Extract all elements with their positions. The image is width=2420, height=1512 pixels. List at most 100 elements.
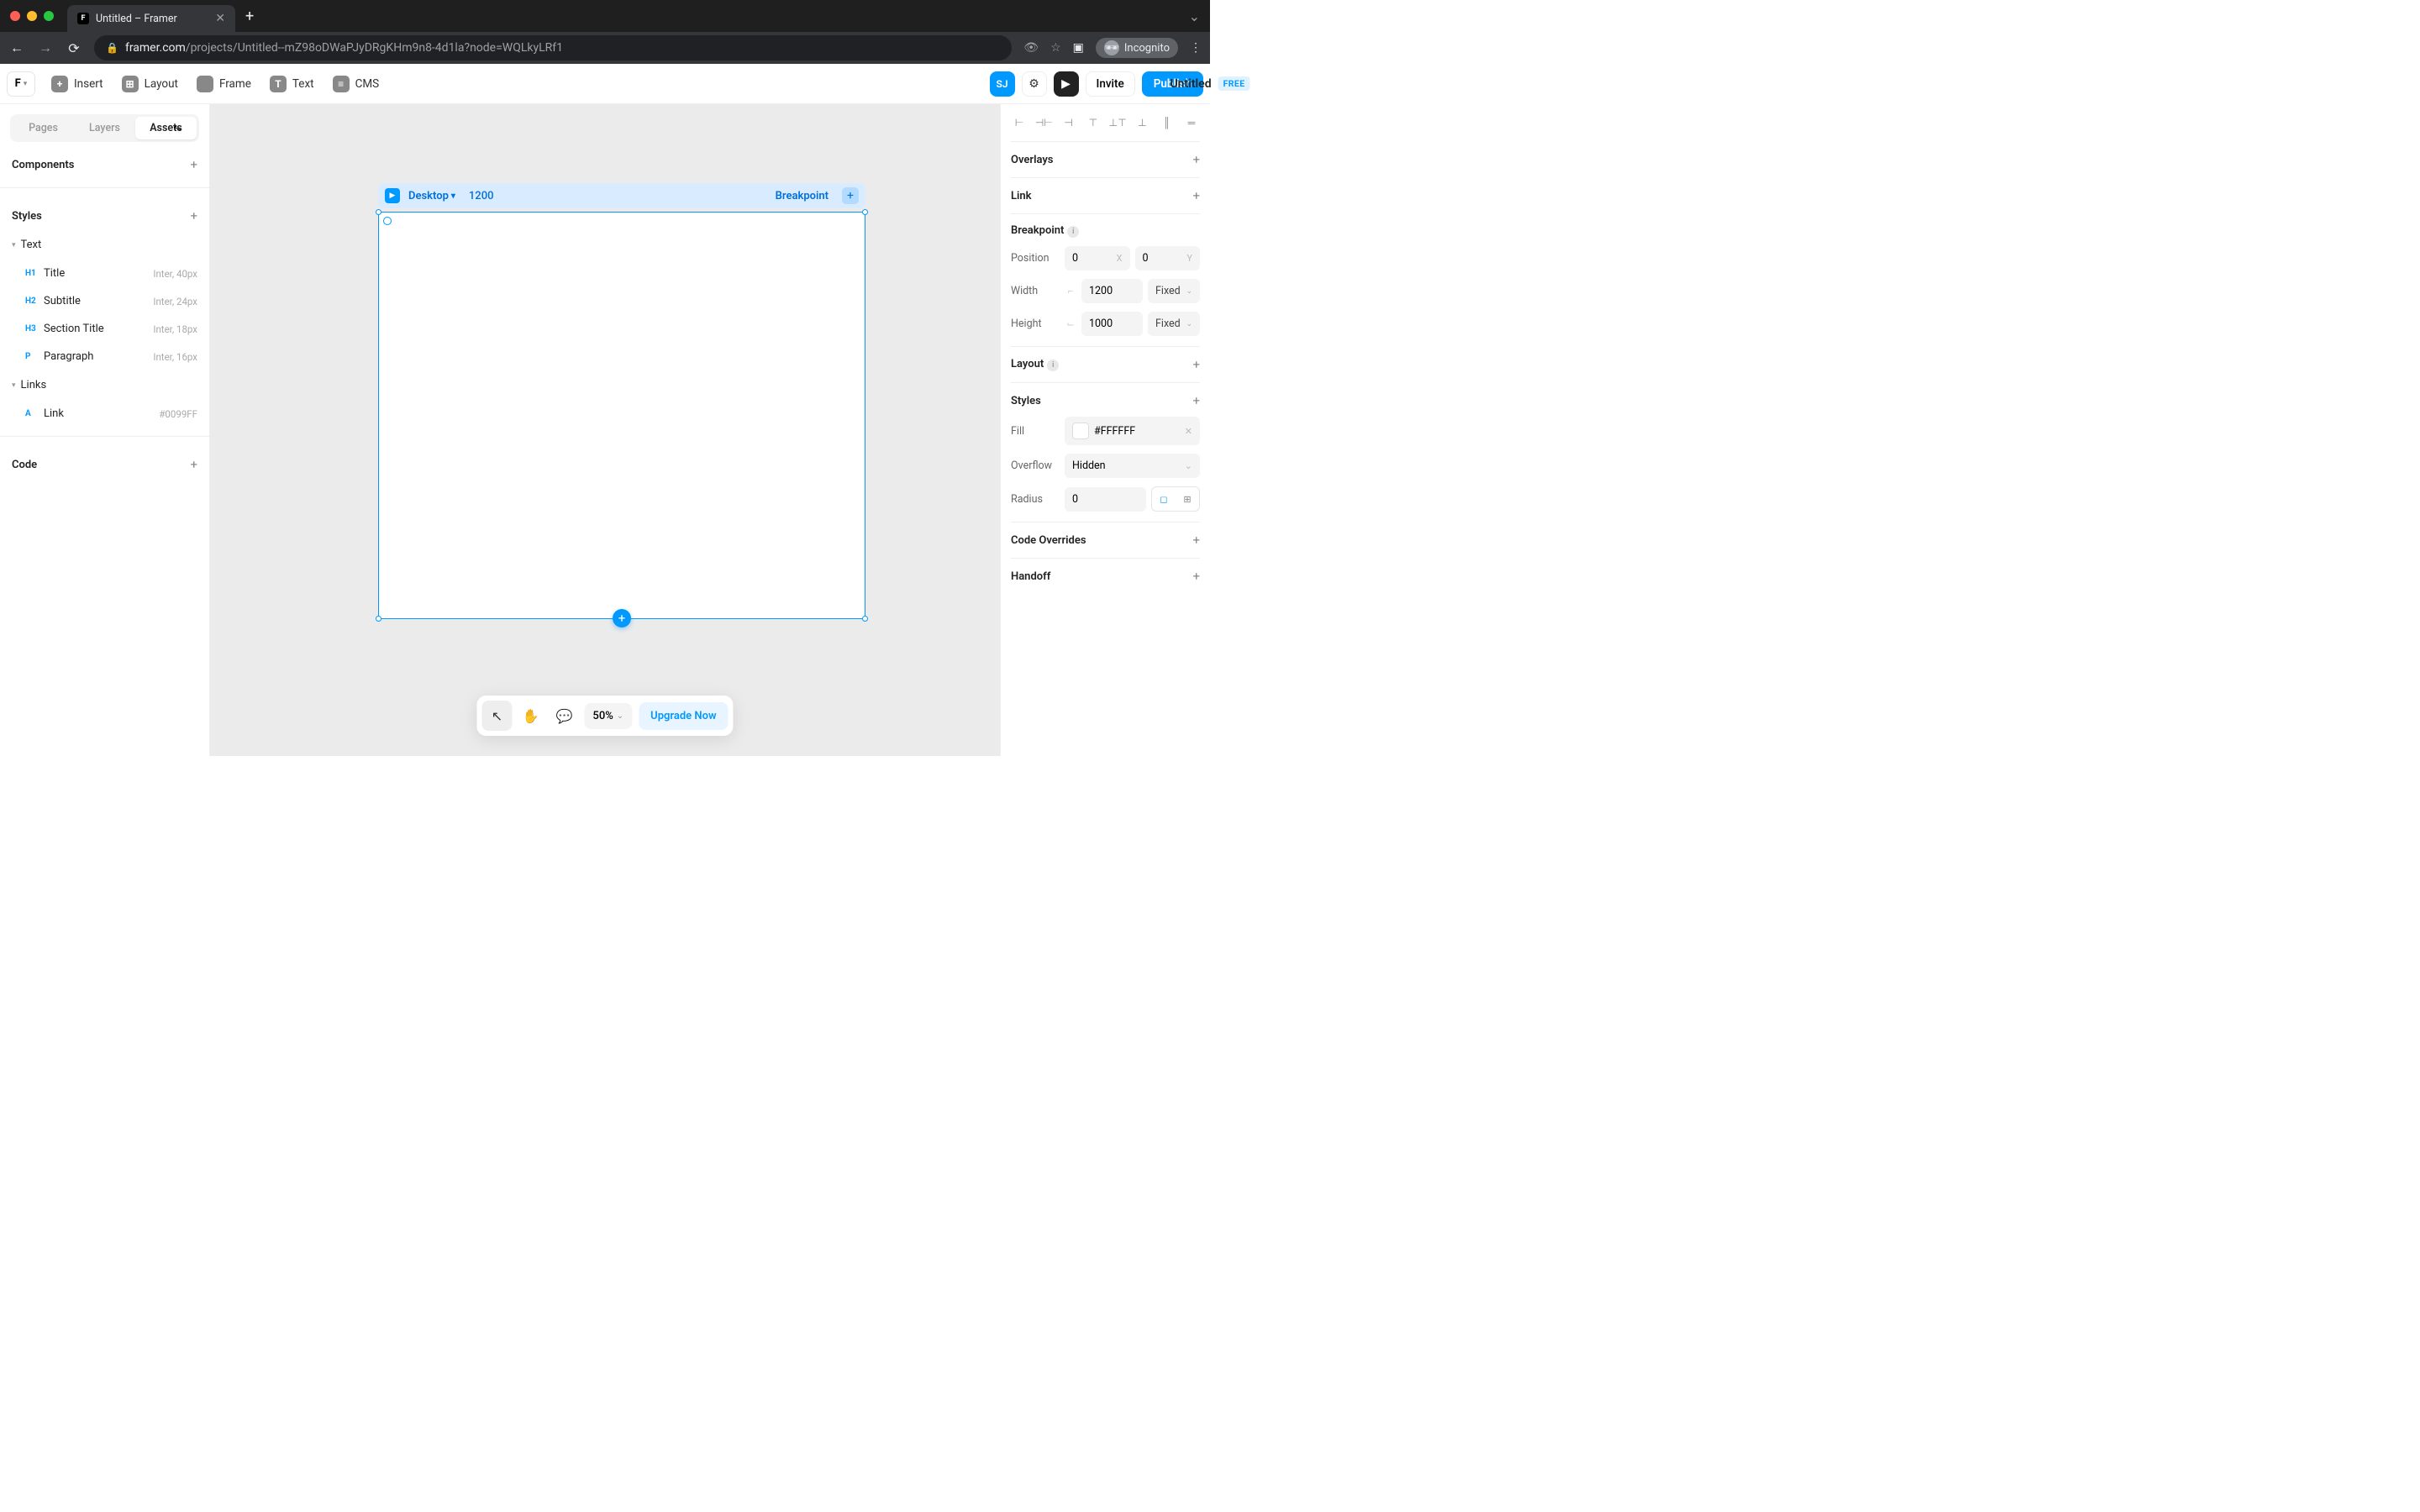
user-avatar[interactable]: SJ bbox=[990, 71, 1015, 97]
cms-button[interactable]: ≡CMS bbox=[325, 71, 387, 97]
info-icon[interactable]: i bbox=[1067, 226, 1079, 238]
hand-tool[interactable]: ✋ bbox=[515, 701, 545, 731]
style-row-subtitle[interactable]: H2 Subtitle Inter, 24px bbox=[10, 291, 199, 312]
tab-pages[interactable]: Pages bbox=[13, 117, 74, 139]
preview-button[interactable]: ▶ bbox=[1054, 71, 1079, 97]
width-input[interactable]: 1200 bbox=[1081, 279, 1143, 303]
frame-button[interactable]: Frame bbox=[189, 71, 259, 97]
resize-handle-tl[interactable] bbox=[376, 209, 381, 215]
resize-handle-bl[interactable] bbox=[376, 616, 381, 622]
links-styles-group[interactable]: ▾ Links bbox=[10, 374, 199, 396]
invite-button[interactable]: Invite bbox=[1086, 71, 1135, 97]
device-selector[interactable]: Desktop▾ bbox=[408, 190, 455, 202]
document-title[interactable]: Untitled FREE bbox=[1170, 76, 1249, 91]
add-component-button[interactable]: + bbox=[190, 157, 197, 172]
insert-button[interactable]: +Insert bbox=[44, 71, 111, 97]
info-icon[interactable]: i bbox=[1047, 360, 1059, 371]
breakpoint-label[interactable]: Breakpoint bbox=[776, 190, 829, 202]
add-style-prop-button[interactable]: + bbox=[1192, 393, 1200, 408]
select-tool[interactable]: ↖ bbox=[481, 701, 512, 731]
height-input[interactable]: 1000 bbox=[1081, 312, 1143, 336]
add-breakpoint-button[interactable]: + bbox=[842, 187, 859, 204]
fill-input[interactable]: #FFFFFF ✕ bbox=[1065, 417, 1200, 445]
browser-tab[interactable]: F Untitled – Framer ✕ bbox=[67, 5, 235, 32]
align-center-h-icon[interactable]: ⊣⊢ bbox=[1035, 114, 1052, 131]
position-y-input[interactable]: 0Y bbox=[1135, 246, 1201, 270]
clear-fill-icon[interactable]: ✕ bbox=[1185, 426, 1192, 437]
layout-button[interactable]: ⊞Layout bbox=[114, 71, 186, 97]
add-code-button[interactable]: + bbox=[190, 457, 197, 472]
styles-section[interactable]: Styles + bbox=[10, 200, 199, 227]
overflow-select[interactable]: Hidden ⌄ bbox=[1065, 454, 1200, 478]
style-row-paragraph[interactable]: P Paragraph Inter, 16px bbox=[10, 346, 199, 367]
code-label: Code bbox=[12, 459, 37, 471]
maximize-window-button[interactable] bbox=[44, 11, 54, 21]
upgrade-button[interactable]: Upgrade Now bbox=[639, 702, 728, 730]
framer-menu-button[interactable]: F ▾ bbox=[7, 71, 35, 97]
back-button[interactable]: ← bbox=[8, 39, 25, 56]
close-tab-icon[interactable]: ✕ bbox=[215, 12, 225, 25]
radius-input[interactable]: 0 bbox=[1065, 487, 1146, 512]
browser-menu-icon[interactable]: ⋮ bbox=[1190, 41, 1202, 55]
align-top-icon[interactable]: ⊤ bbox=[1085, 114, 1102, 131]
new-tab-button[interactable]: + bbox=[245, 8, 254, 25]
add-override-button[interactable]: + bbox=[1192, 533, 1200, 548]
comment-tool[interactable]: 💬 bbox=[549, 701, 579, 731]
layout-section[interactable]: Layouti + bbox=[1011, 357, 1200, 372]
frame-play-icon[interactable]: ▶ bbox=[385, 188, 400, 203]
handoff-section[interactable]: Handoff + bbox=[1011, 569, 1200, 584]
forward-button[interactable]: → bbox=[37, 39, 54, 56]
panel-icon[interactable]: ▣ bbox=[1073, 41, 1084, 55]
text-styles-group[interactable]: ▾ Text bbox=[10, 234, 199, 256]
add-overlay-button[interactable]: + bbox=[1192, 152, 1200, 167]
settings-button[interactable]: ⚙ bbox=[1022, 71, 1047, 97]
text-button[interactable]: TText bbox=[262, 71, 322, 97]
add-layout-button[interactable]: + bbox=[1192, 357, 1200, 372]
zoom-selector[interactable]: 50% ⌄ bbox=[584, 703, 632, 729]
link-dimensions-icon[interactable]: ⌙ bbox=[1065, 318, 1076, 329]
position-x-input[interactable]: 0X bbox=[1065, 246, 1130, 270]
align-bottom-icon[interactable]: ⊥ bbox=[1134, 114, 1150, 131]
add-style-button[interactable]: + bbox=[190, 208, 197, 223]
color-swatch[interactable] bbox=[1072, 423, 1089, 439]
eye-off-icon[interactable]: 👁 bbox=[1023, 41, 1039, 55]
bookmark-icon[interactable]: ☆ bbox=[1050, 41, 1061, 55]
height-mode-select[interactable]: Fixed⌄ bbox=[1148, 312, 1200, 336]
code-section[interactable]: Code + bbox=[10, 449, 199, 475]
add-section-button[interactable]: + bbox=[613, 609, 631, 627]
selected-frame[interactable]: + bbox=[378, 212, 865, 619]
distribute-h-icon[interactable]: ║ bbox=[1159, 114, 1176, 131]
align-right-icon[interactable]: ⊣ bbox=[1060, 114, 1077, 131]
canvas[interactable]: ▶ Desktop▾ 1200 Breakpoint + + ↖ ✋ 💬 50%… bbox=[210, 104, 1000, 756]
style-row-link[interactable]: A Link #0099FF bbox=[10, 403, 199, 424]
expand-tabs-icon[interactable]: ⌄ bbox=[1189, 8, 1200, 24]
code-overrides-section[interactable]: Code Overrides + bbox=[1011, 533, 1200, 548]
url-input[interactable]: 🔒 framer.com/projects/Untitled--mZ98oDWa… bbox=[94, 35, 1012, 60]
reload-button[interactable]: ⟳ bbox=[66, 40, 82, 56]
components-section[interactable]: Components + bbox=[10, 149, 199, 176]
link-section[interactable]: Link + bbox=[1011, 188, 1200, 203]
radius-uniform-icon[interactable]: ◻ bbox=[1152, 487, 1176, 511]
styles-section[interactable]: Styles + bbox=[1011, 393, 1200, 408]
align-left-icon[interactable]: ⊢ bbox=[1011, 114, 1028, 131]
style-tag: H3 bbox=[25, 324, 44, 333]
width-mode-select[interactable]: Fixed⌄ bbox=[1148, 279, 1200, 303]
close-window-button[interactable] bbox=[10, 11, 20, 21]
add-link-button[interactable]: + bbox=[1192, 188, 1200, 203]
tab-layers[interactable]: Layers bbox=[74, 117, 135, 139]
distribute-v-icon[interactable]: ═ bbox=[1183, 114, 1200, 131]
layout-label: Layout bbox=[1011, 358, 1044, 370]
tab-assets[interactable]: Assets bbox=[135, 117, 197, 139]
radius-individual-icon[interactable]: ⊞ bbox=[1176, 487, 1199, 511]
style-row-title[interactable]: H1 Title Inter, 40px bbox=[10, 263, 199, 284]
resize-handle-tr[interactable] bbox=[862, 209, 868, 215]
resize-handle-br[interactable] bbox=[862, 616, 868, 622]
style-row-section-title[interactable]: H3 Section Title Inter, 18px bbox=[10, 318, 199, 339]
radius-mode-toggle[interactable]: ◻ ⊞ bbox=[1151, 486, 1200, 512]
align-center-v-icon[interactable]: ⊥⊤ bbox=[1109, 114, 1126, 131]
minimize-window-button[interactable] bbox=[27, 11, 37, 21]
overlays-section[interactable]: Overlays + bbox=[1011, 152, 1200, 167]
link-dimensions-icon[interactable]: ⌐ bbox=[1065, 286, 1076, 297]
add-handoff-button[interactable]: + bbox=[1192, 569, 1200, 584]
frame-header[interactable]: ▶ Desktop▾ 1200 Breakpoint + bbox=[378, 183, 865, 208]
